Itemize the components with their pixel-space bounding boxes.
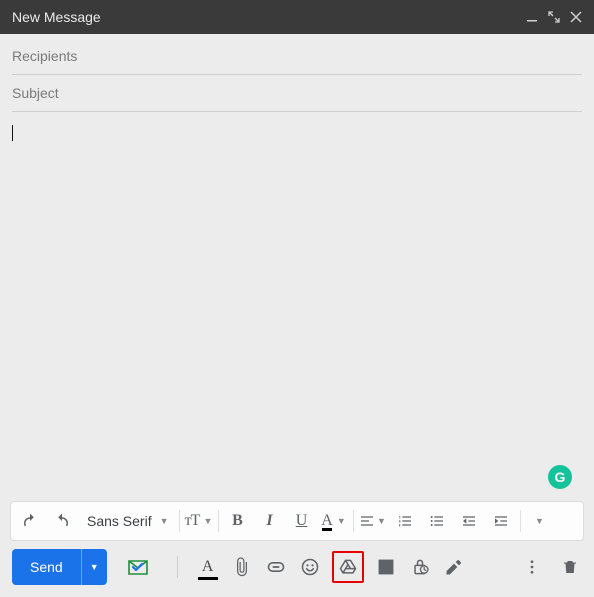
formatting-toolbar: Sans Serif ▼ ᴛT ▼ B I U A ▼ ▼ xyxy=(10,501,584,541)
undo-button[interactable] xyxy=(15,506,45,536)
insert-link-icon[interactable] xyxy=(264,555,288,579)
discard-draft-icon[interactable] xyxy=(558,555,582,579)
insert-icons: A xyxy=(127,551,582,583)
recipients-input[interactable] xyxy=(12,48,582,64)
chevron-down-icon: ▼ xyxy=(377,516,386,526)
send-options-button[interactable]: ▼ xyxy=(81,549,107,585)
chevron-down-icon: ▼ xyxy=(535,516,544,526)
redo-button[interactable] xyxy=(47,506,77,536)
header-fields xyxy=(0,34,594,112)
formatting-options-icon[interactable]: A xyxy=(196,555,220,579)
more-formatting-button[interactable]: ▼ xyxy=(525,506,555,536)
divider xyxy=(218,510,219,532)
chevron-down-icon: ▼ xyxy=(203,516,212,526)
insert-emoji-icon[interactable] xyxy=(298,555,322,579)
subject-input[interactable] xyxy=(12,85,582,101)
indent-less-button[interactable] xyxy=(454,506,484,536)
more-options-icon[interactable] xyxy=(520,555,544,579)
send-button[interactable]: Send xyxy=(12,549,81,585)
action-toolbar: Send ▼ A xyxy=(0,545,594,597)
indent-more-button[interactable] xyxy=(486,506,516,536)
send-group: Send ▼ xyxy=(12,549,107,585)
insert-drive-highlight xyxy=(332,551,364,583)
chevron-down-icon: ▼ xyxy=(160,516,169,526)
chevron-down-icon: ▼ xyxy=(337,516,346,526)
insert-photo-icon[interactable] xyxy=(374,555,398,579)
underline-button[interactable]: U xyxy=(287,506,317,536)
font-family-select[interactable]: Sans Serif ▼ xyxy=(79,513,175,529)
font-size-button[interactable]: ᴛT ▼ xyxy=(184,506,214,536)
confidential-mode-icon[interactable] xyxy=(408,555,432,579)
divider xyxy=(179,510,180,532)
text-cursor xyxy=(12,125,13,141)
divider xyxy=(353,510,354,532)
titlebar: New Message xyxy=(0,0,594,34)
fullscreen-icon[interactable] xyxy=(548,11,560,23)
attach-file-icon[interactable] xyxy=(230,555,254,579)
divider xyxy=(177,556,178,578)
align-button[interactable]: ▼ xyxy=(358,506,388,536)
minimize-icon[interactable] xyxy=(526,11,538,23)
bulleted-list-button[interactable] xyxy=(422,506,452,536)
close-icon[interactable] xyxy=(570,11,582,23)
compose-window: New Message G xyxy=(0,0,594,597)
italic-button[interactable]: I xyxy=(255,506,285,536)
subject-field[interactable] xyxy=(12,75,582,112)
text-color-button[interactable]: A ▼ xyxy=(319,506,349,536)
insert-drive-icon[interactable] xyxy=(336,555,360,579)
bold-button[interactable]: B xyxy=(223,506,253,536)
message-body-area[interactable]: G xyxy=(0,112,594,501)
numbered-list-button[interactable] xyxy=(390,506,420,536)
window-title: New Message xyxy=(12,9,101,25)
divider xyxy=(520,510,521,532)
recipients-field[interactable] xyxy=(12,38,582,75)
grammarly-icon[interactable]: G xyxy=(548,465,572,489)
insert-signature-icon[interactable] xyxy=(442,555,466,579)
check-mail-icon[interactable] xyxy=(127,555,151,579)
window-controls xyxy=(526,11,582,23)
